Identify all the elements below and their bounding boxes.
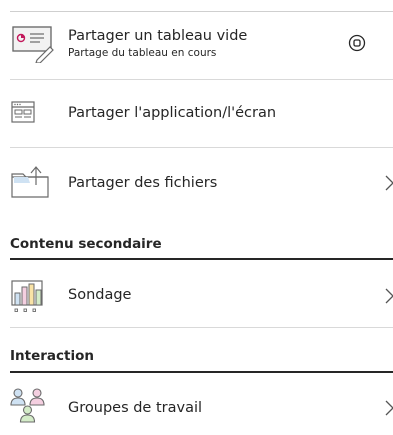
divider [10, 79, 393, 80]
whiteboard-icon [10, 23, 60, 63]
section-divider [10, 258, 393, 260]
share-files-item[interactable]: Partager des fichiers [10, 162, 393, 204]
share-application-screen-item[interactable]: Partager l'application/l'écran [10, 93, 393, 133]
chevron-right-icon[interactable] [383, 173, 393, 193]
share-blank-whiteboard-item[interactable]: Partager un tableau vide Partage du tabl… [10, 20, 393, 66]
share-application-screen-label: Partager l'application/l'écran [68, 105, 277, 121]
share-files-text: Partager des fichiers [60, 175, 393, 191]
divider [10, 147, 393, 148]
share-content-panel: Partager un tableau vide Partage du tabl… [0, 0, 393, 435]
application-window-icon [10, 93, 60, 133]
chevron-right-icon[interactable] [383, 398, 393, 418]
section-heading-secondary-content: Contenu secondaire [10, 236, 162, 252]
top-divider [10, 11, 393, 12]
chevron-right-icon[interactable] [383, 286, 393, 306]
share-blank-whiteboard-status: Partage du tableau en cours [68, 46, 217, 59]
section-heading-interaction: Interaction [10, 348, 94, 364]
share-blank-whiteboard-text: Partager un tableau vide Partage du tabl… [60, 28, 393, 59]
stop-sharing-icon[interactable] [347, 33, 367, 53]
share-application-screen-text: Partager l'application/l'écran [60, 105, 393, 121]
divider [10, 327, 393, 328]
poll-item[interactable]: Sondage [10, 273, 393, 317]
breakout-groups-text: Groupes de travail [60, 400, 393, 416]
section-divider [10, 371, 393, 373]
poll-text: Sondage [60, 287, 393, 303]
poll-label: Sondage [68, 287, 132, 303]
share-files-label: Partager des fichiers [68, 175, 218, 191]
share-blank-whiteboard-label: Partager un tableau vide [68, 27, 248, 44]
breakout-groups-label: Groupes de travail [68, 400, 203, 416]
breakout-groups-item[interactable]: Groupes de travail [10, 385, 393, 431]
folder-upload-icon [10, 163, 60, 203]
poll-chart-icon [10, 275, 60, 315]
breakout-groups-icon [10, 388, 60, 428]
